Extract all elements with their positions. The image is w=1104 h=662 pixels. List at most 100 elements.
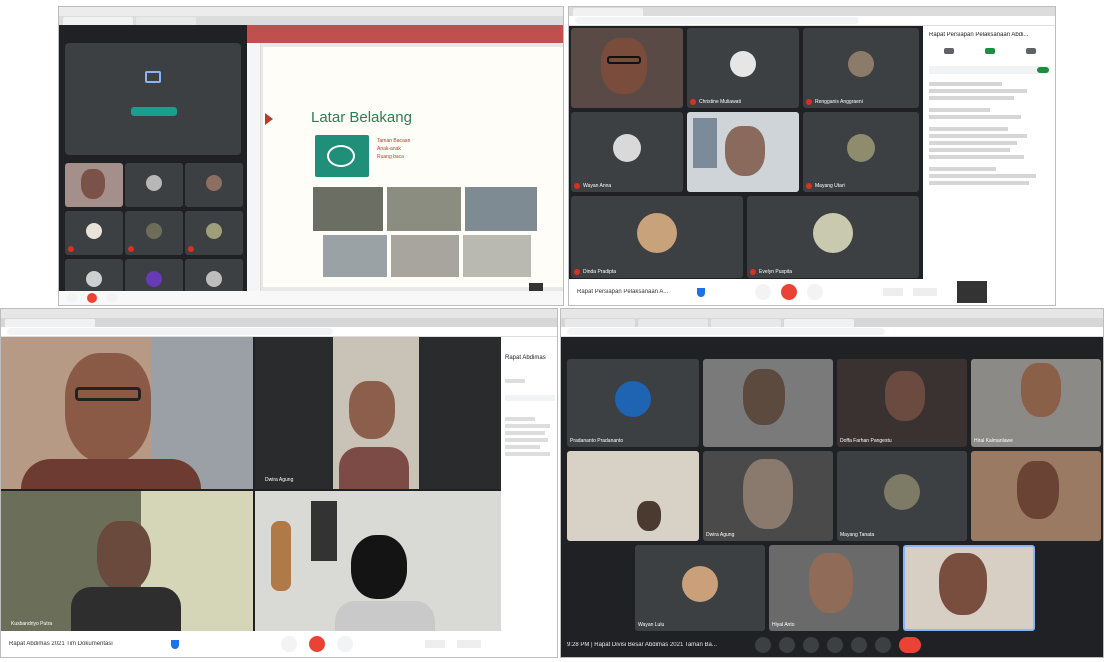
participant-tile: Mayang Tanata <box>837 451 967 541</box>
video-grid: Christine Muliawati Rengganis Anggraeni … <box>569 26 921 280</box>
chat-panel: Rapat Persiapan Pelaksanaan Abdi... <box>923 26 1055 280</box>
participant-name: Rengganis Anggraeni <box>815 99 863 105</box>
slide-bullet: Ruang baca <box>377 154 404 160</box>
slide-area: Latar Belakang Taman Bacaan Anak-anak Ru… <box>247 25 563 305</box>
self-view-thumb <box>957 281 987 303</box>
chat-toggle-row <box>929 66 1051 74</box>
present-now-button[interactable] <box>913 288 937 296</box>
participant-tile: Rengganis Anggraeni <box>803 28 919 108</box>
hangup-button[interactable] <box>781 284 797 300</box>
slide-photo <box>323 235 387 277</box>
meeting-title: Rapat Abdimas 2021 Tim Dokumentasi <box>9 641 113 647</box>
url-field[interactable] <box>7 328 334 335</box>
chat-toggle[interactable] <box>1037 67 1049 73</box>
participant-tile <box>185 211 243 255</box>
mic-button[interactable] <box>281 636 297 652</box>
camera-button[interactable] <box>779 637 795 653</box>
browser-tabs <box>1 318 557 327</box>
participant-tile-webcam <box>903 545 1035 631</box>
mac-menu-bar <box>59 7 563 16</box>
chat-messages <box>929 82 1051 185</box>
participant-name: Dwira Agung <box>265 477 294 483</box>
activities-button[interactable] <box>1071 637 1087 653</box>
captions-button[interactable] <box>803 637 819 653</box>
tab[interactable] <box>565 318 635 327</box>
participant-name: Kusbandriyo Putra <box>11 621 53 627</box>
url-field[interactable] <box>575 17 860 24</box>
raise-hand-button[interactable] <box>827 637 843 653</box>
participant-name: Evelyn Puspita <box>759 269 793 275</box>
video-grid: Dwira Agung Kusbandriyo Putra <box>1 337 501 633</box>
mic-button[interactable] <box>755 284 771 300</box>
shield-icon[interactable] <box>697 287 705 297</box>
hangup-button[interactable] <box>899 637 921 653</box>
info-button[interactable] <box>999 637 1015 653</box>
side-panel: Rapat Abdimas <box>501 337 557 633</box>
participant-tile-webcam <box>255 491 501 633</box>
present-button[interactable] <box>851 637 867 653</box>
address-bar <box>561 327 1103 337</box>
camera-button[interactable] <box>337 636 353 652</box>
mic-button[interactable] <box>67 293 77 303</box>
slide-photo <box>313 187 383 231</box>
participant-tile-webcam: Hiral Kalmanlawe <box>971 359 1101 447</box>
tab-active[interactable] <box>784 318 854 327</box>
participant-tile-webcam <box>687 112 799 192</box>
screenshot-bottom-left: Dwira Agung Kusbandriyo Putra Rapat Abdi… <box>0 308 558 658</box>
participant-name: Wayan Anna <box>583 183 612 189</box>
browser-tabs <box>561 318 1103 327</box>
slide-bullet: Anak-anak <box>377 146 401 152</box>
stop-presenting-button[interactable] <box>131 107 177 116</box>
hangup-button[interactable] <box>87 293 97 303</box>
meet-controls: Rapat Abdimas 2021 Tim Dokumentasi <box>1 631 557 657</box>
participant-tile: Christine Muliawati <box>687 28 799 108</box>
participant-name: Hiyal Anto <box>772 622 795 628</box>
tab[interactable] <box>711 318 781 327</box>
hangup-button[interactable] <box>309 636 325 652</box>
participant-tile <box>125 163 183 207</box>
slide-photo <box>465 187 537 231</box>
raise-hand-button[interactable] <box>883 288 903 296</box>
participant-tile-webcam: Kusbandriyo Putra <box>1 491 253 633</box>
participant-name: Pradananto Pradananto <box>570 438 624 444</box>
people-button[interactable] <box>1023 637 1039 653</box>
present-icon <box>145 71 161 83</box>
participant-tile <box>65 211 123 255</box>
people-tab-icon[interactable] <box>944 48 955 54</box>
tab-active[interactable] <box>63 16 133 25</box>
participant-tile: Pradananto Pradananto <box>567 359 699 447</box>
meet-left-panel <box>59 25 247 305</box>
browser-tabs <box>569 7 1055 16</box>
meet-controls: Rapat Persiapan Pelaksanaan A... <box>569 279 1055 305</box>
shield-icon[interactable] <box>171 639 179 649</box>
participant-tile-webcam: Hiyal Anto <box>769 545 899 631</box>
chat-button[interactable] <box>1047 637 1063 653</box>
participant-tile-webcam <box>65 163 123 207</box>
tab-active[interactable] <box>5 318 95 327</box>
url-field[interactable] <box>567 328 885 335</box>
screenshot-bottom-right: Pradananto Pradananto Doffa Farhan Pange… <box>560 308 1104 658</box>
more-options-button[interactable] <box>875 637 891 653</box>
screenshot-top-left: Latar Belakang Taman Bacaan Anak-anak Ru… <box>58 6 564 306</box>
participant-name: Mayang Utari <box>815 183 845 189</box>
mic-button[interactable] <box>755 637 771 653</box>
camera-button[interactable] <box>107 293 117 303</box>
tab[interactable] <box>638 318 708 327</box>
participant-tile: Wayan Lulu <box>635 545 765 631</box>
meet-controls-dark: 9:28 PM | Rapat Divisi Besar Abdimas 202… <box>561 633 1103 657</box>
slide-bullet: Taman Bacaan <box>377 138 411 144</box>
participant-tile: Wayan Anna <box>571 112 683 192</box>
tab-active[interactable] <box>573 7 643 16</box>
participant-name: Doffa Farhan Pangestu <box>840 438 892 444</box>
slide-arrow-icon <box>265 113 273 125</box>
tab[interactable] <box>136 16 196 25</box>
participant-tile-webcam <box>971 451 1101 541</box>
raise-hand-button[interactable] <box>425 640 445 648</box>
activities-tab-icon[interactable] <box>1025 48 1036 54</box>
chat-tab-icon[interactable] <box>984 48 995 54</box>
slide-toolbar <box>247 25 563 43</box>
participant-tile: Dinda Pradipta <box>571 196 743 278</box>
participant-tile-webcam <box>1 337 253 489</box>
camera-button[interactable] <box>807 284 823 300</box>
present-now-button[interactable] <box>457 640 481 648</box>
